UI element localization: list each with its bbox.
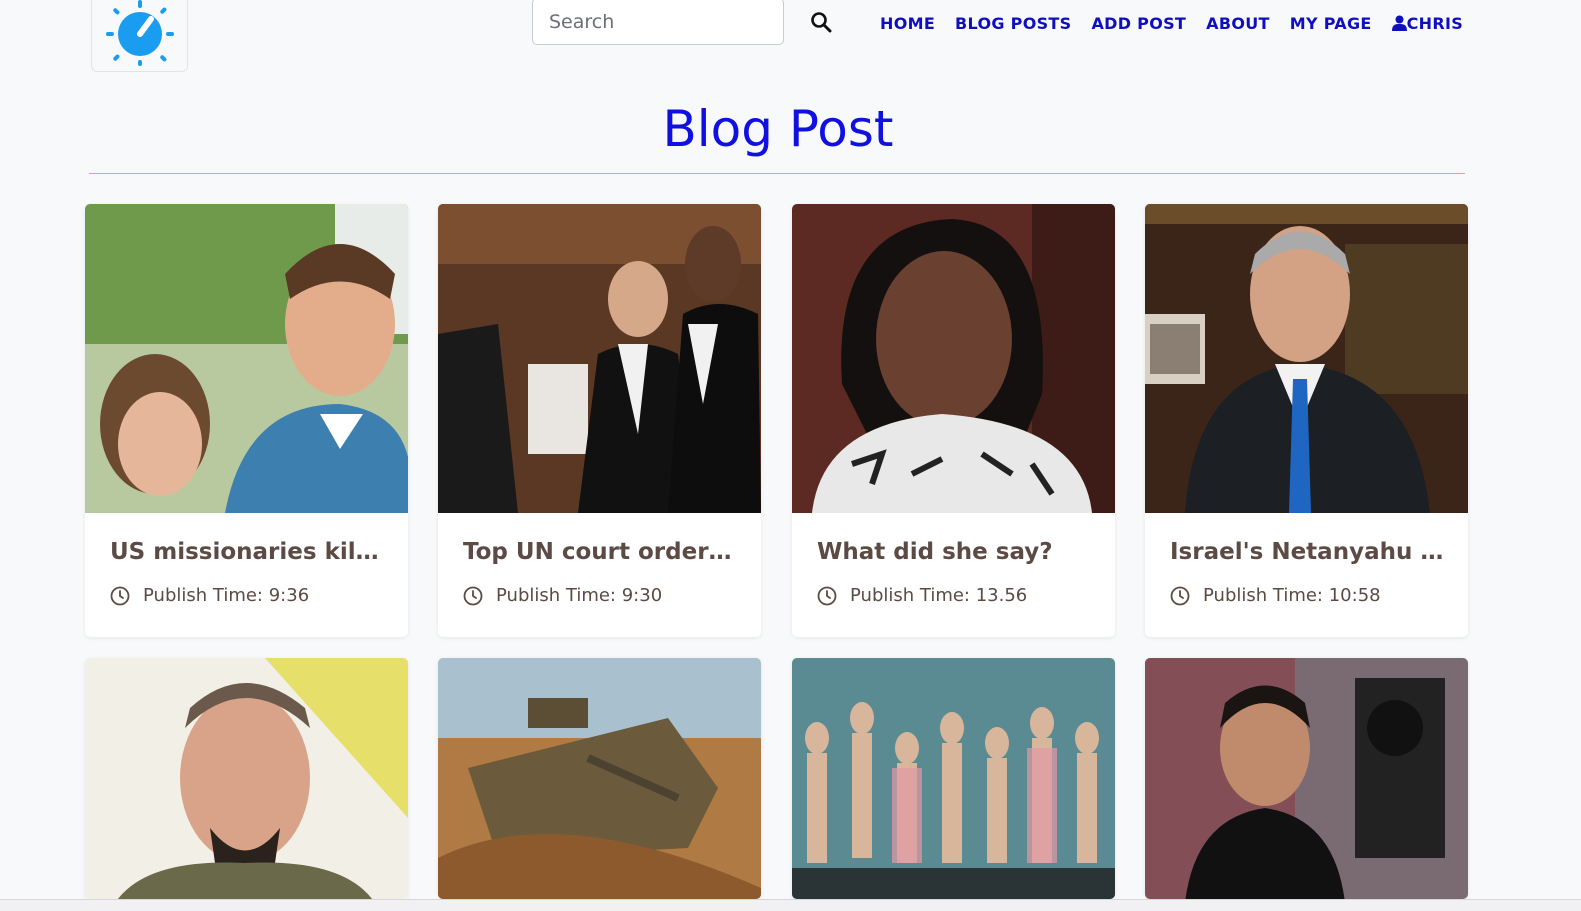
post-title[interactable]: Top UN court orders ... <box>463 535 737 569</box>
nav-about[interactable]: ABOUT <box>1206 14 1270 33</box>
site-logo[interactable] <box>91 0 188 72</box>
nav-add-post[interactable]: ADD POST <box>1091 14 1186 33</box>
post-thumbnail <box>85 204 408 513</box>
post-card[interactable]: US missionaries kille... Publish Time: 9… <box>85 204 408 637</box>
post-card[interactable] <box>1145 658 1468 899</box>
nav-user-chris[interactable]: CHRIS <box>1391 13 1464 33</box>
publish-time-label: Publish Time: <box>496 585 622 606</box>
search-input[interactable] <box>532 0 784 45</box>
main-nav: HOME BLOG POSTS ADD POST ABOUT MY PAGE C… <box>880 11 1463 35</box>
nav-my-page[interactable]: MY PAGE <box>1290 14 1372 33</box>
post-thumbnail <box>792 658 1115 899</box>
post-thumbnail <box>1145 658 1468 899</box>
post-meta: Publish Time: 13.56 <box>817 585 1091 606</box>
publish-time-label: Publish Time: <box>143 585 269 606</box>
dial-logo-icon <box>105 0 174 66</box>
clock-icon <box>817 586 837 605</box>
post-card[interactable] <box>438 658 761 899</box>
clock-icon <box>1170 586 1190 605</box>
publish-time-value: 9:36 <box>268 585 310 606</box>
post-title[interactable]: What did she say? <box>817 535 1091 569</box>
publish-time-label: Publish Time: <box>1203 585 1329 606</box>
post-thumbnail <box>438 658 761 899</box>
nav-blog-posts[interactable]: BLOG POSTS <box>955 14 1071 33</box>
nav-user-label: CHRIS <box>1406 13 1464 33</box>
post-card[interactable]: Israel's Netanyahu t... Publish Time: 10… <box>1145 204 1468 637</box>
publish-time-value: 10:58 <box>1328 585 1381 606</box>
post-card[interactable] <box>85 658 408 899</box>
post-thumbnail <box>792 204 1115 513</box>
search-button[interactable] <box>806 8 836 38</box>
page-title: Blog Post <box>662 100 894 158</box>
post-title[interactable]: US missionaries kille... <box>110 535 384 569</box>
post-thumbnail <box>1145 204 1468 513</box>
bottom-edge <box>0 899 1581 911</box>
post-card[interactable]: What did she say? Publish Time: 13.56 <box>792 204 1115 637</box>
post-card[interactable]: Top UN court orders ... Publish Time: 9:… <box>438 204 761 637</box>
publish-time-value: 9:30 <box>621 585 663 606</box>
post-title[interactable]: Israel's Netanyahu t... <box>1170 535 1444 569</box>
post-meta: Publish Time: 10:58 <box>1170 585 1444 606</box>
post-card[interactable] <box>792 658 1115 899</box>
publish-time-value: 13.56 <box>975 585 1028 606</box>
clock-icon <box>110 586 130 605</box>
user-icon <box>1391 15 1407 31</box>
publish-time-label: Publish Time: <box>850 585 976 606</box>
clock-icon <box>463 586 483 605</box>
post-thumbnail <box>85 658 408 899</box>
post-thumbnail <box>438 204 761 513</box>
title-divider <box>89 173 1465 174</box>
nav-home[interactable]: HOME <box>880 14 935 33</box>
search-icon <box>811 11 832 32</box>
post-meta: Publish Time: 9:30 <box>463 585 737 606</box>
post-meta: Publish Time: 9:36 <box>110 585 384 606</box>
